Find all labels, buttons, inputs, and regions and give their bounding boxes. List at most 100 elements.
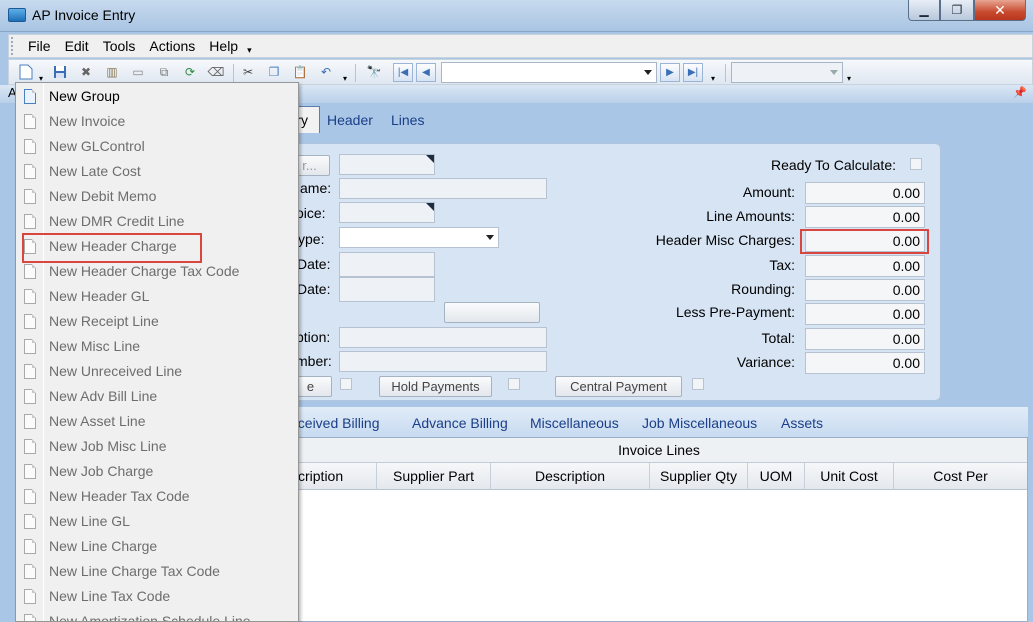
menu-grip-handle[interactable] bbox=[11, 37, 21, 55]
column-header-description[interactable]: Description bbox=[491, 463, 650, 490]
undo-dropdown-arrow-icon[interactable]: ▾ bbox=[343, 74, 347, 83]
delete-icon[interactable]: ✖ bbox=[77, 63, 95, 81]
menu-item-new-dmr-credit-line[interactable]: New DMR Credit Line bbox=[16, 209, 298, 234]
line-amounts-field[interactable]: 0.00 bbox=[805, 206, 925, 228]
menu-item-new-group[interactable]: New Group bbox=[16, 84, 298, 109]
menu-edit[interactable]: Edit bbox=[58, 35, 96, 57]
hold-payments-button[interactable]: Hold Payments bbox=[379, 376, 492, 397]
undo-icon[interactable]: ↶ bbox=[317, 63, 335, 81]
menu-item-new-receipt-line[interactable]: New Receipt Line bbox=[16, 309, 298, 334]
menu-item-label: New GLControl bbox=[49, 138, 145, 154]
new-document-icon[interactable] bbox=[17, 63, 35, 81]
tab-miscellaneous[interactable]: Miscellaneous bbox=[530, 415, 619, 431]
save-icon[interactable] bbox=[51, 63, 69, 81]
toolbar-overflow-icon[interactable]: ▾ bbox=[847, 74, 851, 83]
menu-item-new-invoice[interactable]: New Invoice bbox=[16, 109, 298, 134]
central-payment-button[interactable]: Central Payment bbox=[555, 376, 682, 397]
menu-item-new-job-charge[interactable]: New Job Charge bbox=[16, 459, 298, 484]
menu-item-new-job-misc-line[interactable]: New Job Misc Line bbox=[16, 434, 298, 459]
tab-advance-billing[interactable]: Advance Billing bbox=[412, 415, 508, 431]
column-header-uom[interactable]: UOM bbox=[748, 463, 805, 490]
previous-record-icon[interactable]: ◀ bbox=[416, 63, 436, 82]
supplier-field[interactable] bbox=[339, 154, 435, 175]
rounding-field[interactable]: 0.00 bbox=[805, 279, 925, 301]
close-button[interactable]: ✕ bbox=[974, 0, 1026, 21]
invoice-lines-grid[interactable]: Invoice Lines scription Supplier Part De… bbox=[290, 437, 1028, 622]
menu-item-label: New Job Charge bbox=[49, 463, 154, 479]
menu-item-label: New DMR Credit Line bbox=[49, 213, 185, 229]
column-header-cost-per[interactable]: Cost Per bbox=[894, 463, 1027, 490]
column-header-description-partial[interactable]: scription bbox=[291, 463, 377, 490]
maximize-button[interactable]: ❐ bbox=[940, 0, 974, 21]
menu-tools[interactable]: Tools bbox=[96, 35, 143, 57]
tax-field[interactable]: 0.00 bbox=[805, 255, 925, 277]
menu-item-new-adv-bill-line[interactable]: New Adv Bill Line bbox=[16, 384, 298, 409]
number-field[interactable] bbox=[339, 351, 547, 372]
menu-item-new-debit-memo[interactable]: New Debit Memo bbox=[16, 184, 298, 209]
pin-icon[interactable]: 📌 bbox=[1013, 86, 1027, 99]
invoice-field[interactable] bbox=[339, 202, 435, 223]
amount-field[interactable]: 0.00 bbox=[805, 182, 925, 204]
menu-item-new-glcontrol[interactable]: New GLControl bbox=[16, 134, 298, 159]
blank-action-button[interactable] bbox=[444, 302, 540, 323]
app-icon bbox=[8, 8, 26, 22]
menu-item-label: New Line Charge bbox=[49, 538, 158, 554]
print-icon[interactable]: ▭ bbox=[129, 63, 147, 81]
tab-unreceived-billing[interactable]: eceived Billing bbox=[290, 415, 380, 431]
menu-item-new-amortization-schedule-line[interactable]: New Amortization Schedule Line bbox=[16, 609, 298, 621]
menu-file[interactable]: File bbox=[21, 35, 58, 57]
book-icon[interactable]: ▥ bbox=[103, 63, 121, 81]
menu-item-new-line-charge-tax-code[interactable]: New Line Charge Tax Code bbox=[16, 559, 298, 584]
ready-to-calculate-checkbox[interactable] bbox=[910, 158, 922, 170]
document-icon bbox=[24, 464, 36, 479]
refresh-icon[interactable]: ⟳ bbox=[181, 63, 199, 81]
copy-icon[interactable]: ❐ bbox=[265, 63, 283, 81]
type-select[interactable] bbox=[339, 227, 499, 248]
secondary-combo[interactable] bbox=[731, 62, 843, 83]
variance-field[interactable]: 0.00 bbox=[805, 352, 925, 374]
next-record-icon[interactable]: ▶ bbox=[660, 63, 680, 82]
description-field[interactable] bbox=[339, 327, 547, 348]
tab-header[interactable]: Header bbox=[327, 112, 373, 128]
tab-job-miscellaneous[interactable]: Job Miscellaneous bbox=[642, 415, 757, 431]
column-header-supplier-part[interactable]: Supplier Part bbox=[377, 463, 491, 490]
first-record-icon[interactable]: |◀ bbox=[393, 63, 413, 82]
menu-item-new-asset-line[interactable]: New Asset Line bbox=[16, 409, 298, 434]
menu-help[interactable]: Help bbox=[202, 35, 245, 57]
invoice-date-field[interactable] bbox=[339, 252, 435, 277]
attach-icon[interactable]: ⧉ bbox=[155, 63, 173, 81]
menu-item-label: New Line Charge Tax Code bbox=[49, 563, 220, 579]
tab-lines[interactable]: Lines bbox=[391, 112, 424, 128]
menu-item-new-line-gl[interactable]: New Line GL bbox=[16, 509, 298, 534]
due-date-field[interactable] bbox=[339, 277, 435, 302]
paste-icon[interactable]: 📋 bbox=[291, 63, 309, 81]
menu-item-new-late-cost[interactable]: New Late Cost bbox=[16, 159, 298, 184]
menu-actions[interactable]: Actions bbox=[142, 35, 202, 57]
find-icon[interactable]: 🔭 bbox=[365, 63, 383, 81]
column-header-unit-cost[interactable]: Unit Cost bbox=[805, 463, 894, 490]
menu-item-new-line-tax-code[interactable]: New Line Tax Code bbox=[16, 584, 298, 609]
menu-item-new-unreceived-line[interactable]: New Unreceived Line bbox=[16, 359, 298, 384]
menu-item-new-misc-line[interactable]: New Misc Line bbox=[16, 334, 298, 359]
menu-item-new-line-charge[interactable]: New Line Charge bbox=[16, 534, 298, 559]
central-payment-checkbox[interactable] bbox=[692, 378, 704, 390]
hold-payments-checkbox[interactable] bbox=[508, 378, 520, 390]
partial-checkbox[interactable] bbox=[340, 378, 352, 390]
variance-label: Variance: bbox=[736, 354, 795, 370]
total-field[interactable]: 0.00 bbox=[805, 328, 925, 350]
menu-overflow-icon[interactable]: ▾ bbox=[247, 45, 252, 56]
clear-icon[interactable]: ⌫ bbox=[207, 63, 225, 81]
name-field[interactable] bbox=[339, 178, 547, 199]
menu-item-new-header-gl[interactable]: New Header GL bbox=[16, 284, 298, 309]
tab-assets[interactable]: Assets bbox=[781, 415, 823, 431]
document-icon bbox=[24, 139, 36, 154]
menu-item-label: New Job Misc Line bbox=[49, 438, 167, 454]
last-record-icon[interactable]: ▶| bbox=[683, 63, 703, 82]
minimize-button[interactable]: ▁ bbox=[908, 0, 940, 21]
nav-overflow-icon[interactable]: ▾ bbox=[711, 74, 715, 83]
record-selector-combo[interactable] bbox=[441, 62, 657, 83]
less-pre-payment-field[interactable]: 0.00 bbox=[805, 303, 925, 325]
menu-item-new-header-tax-code[interactable]: New Header Tax Code bbox=[16, 484, 298, 509]
column-header-supplier-qty[interactable]: Supplier Qty bbox=[650, 463, 748, 490]
cut-icon[interactable]: ✂ bbox=[239, 63, 257, 81]
